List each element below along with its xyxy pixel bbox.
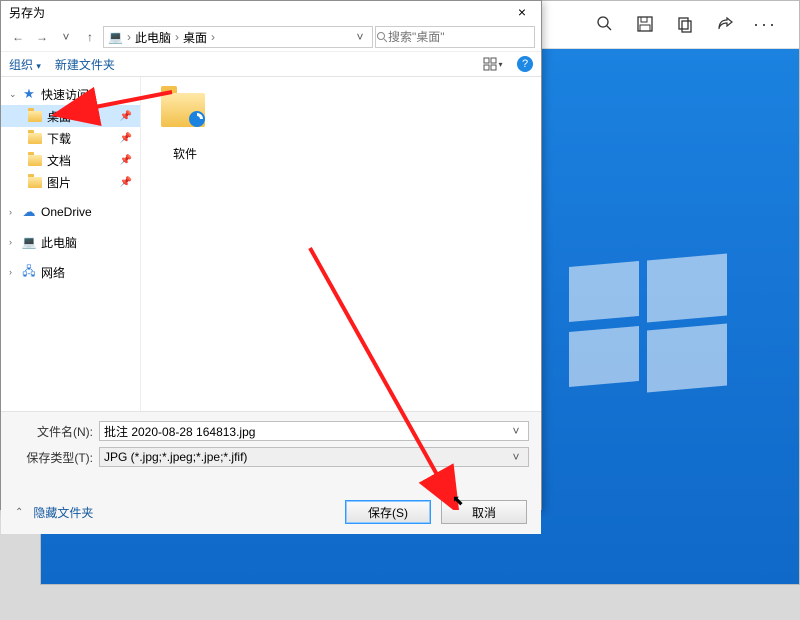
folder-icon xyxy=(27,152,43,168)
zoom-icon[interactable] xyxy=(594,13,616,35)
folder-icon xyxy=(27,174,43,190)
filename-label: 文件名(N): xyxy=(13,423,99,440)
save-button[interactable]: 保存(S) xyxy=(345,500,431,524)
folder-icon xyxy=(161,93,205,127)
tree-item-documents[interactable]: 文档 📌 xyxy=(1,149,140,171)
navigation-tree: ⌄ ★ 快速访问 桌面 📌 下载 📌 文档 📌 xyxy=(1,77,141,411)
address-bar-row: ← → ˅ ↑ 💻 › 此电脑 › 桌面 › ˅ xyxy=(1,23,541,51)
tree-quick-access[interactable]: ⌄ ★ 快速访问 xyxy=(1,83,140,105)
tree-this-pc[interactable]: › 💻 此电脑 xyxy=(1,231,140,253)
save-icon[interactable] xyxy=(634,13,656,35)
search-box[interactable] xyxy=(375,26,535,48)
expand-icon[interactable]: › xyxy=(9,237,17,247)
search-input[interactable] xyxy=(388,30,543,44)
pin-icon: 📌 xyxy=(120,111,132,122)
command-bar: 组织 ▾ 新建文件夹 ▾ ? xyxy=(1,51,541,77)
pin-icon: 📌 xyxy=(120,155,132,166)
tree-label: 快速访问 xyxy=(41,86,89,103)
file-list[interactable]: 软件 xyxy=(141,77,541,411)
file-label: 软件 xyxy=(149,145,221,162)
organize-menu[interactable]: 组织 ▾ xyxy=(9,56,41,73)
tree-label: OneDrive xyxy=(41,205,92,219)
fields-panel: 文件名(N): 批注 2020-08-28 164813.jpg˅ 保存类型(T… xyxy=(1,411,541,476)
cursor-icon: ⬉ xyxy=(452,492,464,509)
breadcrumb-root[interactable]: 此电脑 xyxy=(135,29,171,46)
cloud-icon: ☁ xyxy=(21,204,37,220)
address-bar[interactable]: 💻 › 此电脑 › 桌面 › ˅ xyxy=(103,26,373,48)
up-button[interactable]: ↑ xyxy=(79,26,101,48)
tree-onedrive[interactable]: › ☁ OneDrive xyxy=(1,201,140,223)
collapse-icon[interactable]: ⌄ xyxy=(9,89,17,100)
address-dropdown-icon[interactable]: ˅ xyxy=(352,30,368,44)
tree-label: 桌面 xyxy=(47,108,71,125)
tree-item-desktop[interactable]: 桌面 📌 xyxy=(1,105,140,127)
dialog-titlebar[interactable]: 另存为 × xyxy=(1,1,541,23)
chevron-down-icon[interactable]: ˅ xyxy=(508,424,524,438)
filetype-select[interactable]: JPG (*.jpg;*.jpeg;*.jpe;*.jfif)˅ xyxy=(99,447,529,467)
forward-button[interactable]: → xyxy=(31,26,53,48)
copy-icon[interactable] xyxy=(674,13,696,35)
view-mode-button[interactable]: ▾ xyxy=(483,54,503,74)
expand-icon[interactable]: › xyxy=(9,207,17,217)
network-icon: 🖧 xyxy=(21,264,37,280)
tree-item-pictures[interactable]: 图片 📌 xyxy=(1,171,140,193)
tree-network[interactable]: › 🖧 网络 xyxy=(1,261,140,283)
dialog-title: 另存为 xyxy=(5,4,507,21)
search-icon xyxy=(376,31,388,43)
expand-icon[interactable]: › xyxy=(9,267,17,277)
folder-icon xyxy=(27,108,43,124)
expand-icon[interactable]: ⌃ xyxy=(15,507,23,518)
save-as-dialog: 另存为 × ← → ˅ ↑ 💻 › 此电脑 › 桌面 › ˅ 组织 ▾ 新建文件… xyxy=(0,0,542,510)
tree-label: 网络 xyxy=(41,264,65,281)
tree-label: 下载 xyxy=(47,130,71,147)
close-icon[interactable]: × xyxy=(507,4,537,20)
pc-icon: 💻 xyxy=(21,234,37,250)
more-icon[interactable]: ··· xyxy=(754,13,776,35)
folder-item-software[interactable]: 软件 xyxy=(149,85,221,162)
chevron-down-icon[interactable]: ˅ xyxy=(508,450,524,464)
tree-label: 文档 xyxy=(47,152,71,169)
share-icon[interactable] xyxy=(714,13,736,35)
back-button[interactable]: ← xyxy=(7,26,29,48)
help-icon[interactable]: ? xyxy=(517,56,533,72)
tree-label: 图片 xyxy=(47,174,71,191)
chevron-down-icon[interactable]: ˅ xyxy=(55,26,77,48)
star-icon: ★ xyxy=(21,86,37,102)
filetype-label: 保存类型(T): xyxy=(13,449,99,466)
pin-icon: 📌 xyxy=(120,177,132,188)
pin-icon: 📌 xyxy=(120,133,132,144)
hide-folders-link[interactable]: 隐藏文件夹 xyxy=(33,504,335,521)
pc-icon: 💻 xyxy=(108,30,123,44)
tree-label: 此电脑 xyxy=(41,234,77,251)
tree-item-downloads[interactable]: 下载 📌 xyxy=(1,127,140,149)
new-folder-button[interactable]: 新建文件夹 xyxy=(55,56,115,73)
breadcrumb-current[interactable]: 桌面 xyxy=(183,29,207,46)
folder-icon xyxy=(27,130,43,146)
filename-input[interactable]: 批注 2020-08-28 164813.jpg˅ xyxy=(99,421,529,441)
windows-logo xyxy=(559,254,729,424)
